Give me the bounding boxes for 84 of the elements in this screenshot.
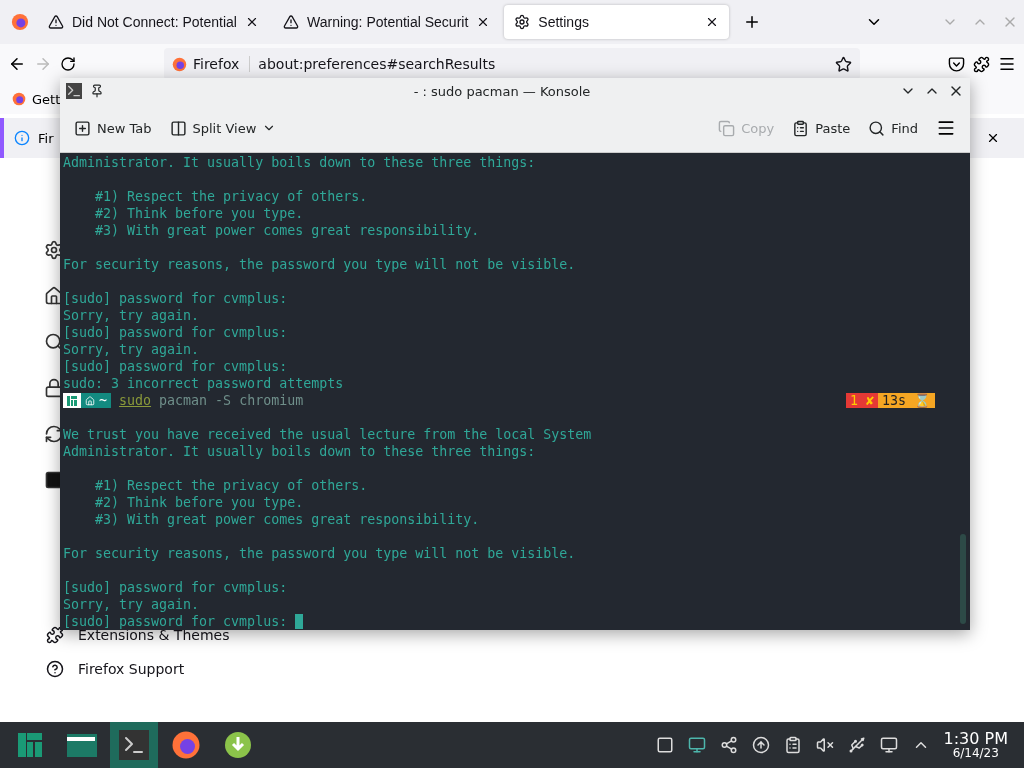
terminal-line: We trust you have received the usual lecture from the local System (63, 426, 592, 443)
terminal-line: Sorry, try again. (63, 596, 200, 613)
terminal-line: [sudo] password for cvmplus: (63, 324, 288, 341)
update-icon[interactable] (751, 736, 770, 754)
warning-icon (283, 14, 299, 30)
download-icon[interactable] (224, 731, 252, 759)
terminal-line: #3) With great power comes great responsibility. (94, 222, 480, 239)
sidebar-link[interactable]: Firefox Support (78, 661, 185, 677)
pocket-icon[interactable] (948, 55, 965, 73)
terminal-line: For security reasons, the password you type will not be visible. (63, 545, 576, 562)
puzzle-icon (46, 626, 64, 644)
clock-date: 6/14/23 (952, 747, 999, 759)
terminal-line: [sudo] password for cvmplus: (63, 358, 288, 375)
share-icon[interactable] (719, 736, 738, 754)
reload-icon[interactable] (60, 56, 76, 72)
split-view-icon (169, 119, 187, 137)
terminal-line: Sorry, try again. (63, 341, 200, 358)
pin-icon[interactable] (90, 84, 104, 98)
terminal-line: For security reasons, the password you type will not be visible. (63, 256, 576, 273)
copy-icon (718, 119, 736, 137)
home-icon (85, 395, 95, 406)
menu-icon[interactable] (936, 118, 956, 138)
prompt-dir: ~ (99, 392, 107, 409)
terminal-line: [sudo] password for cvmplus: (63, 613, 289, 629)
notification-text: Fir (38, 130, 54, 146)
terminal-line: #1) Respect the privacy of others. (94, 477, 368, 494)
folder-icon[interactable] (66, 732, 98, 758)
terminal-line: #2) Think before you type. (94, 494, 304, 511)
terminal-icon (66, 83, 82, 99)
manjaro-logo-icon[interactable] (17, 732, 43, 758)
terminal-icon[interactable] (119, 730, 149, 760)
window-title: - : sudo pacman — Konsole (412, 83, 592, 99)
back-icon[interactable] (8, 55, 26, 73)
help-icon (46, 660, 64, 678)
clipboard-icon[interactable] (783, 736, 802, 754)
manjaro-logo-icon (67, 395, 77, 406)
terminal-line: #2) Think before you type. (94, 205, 304, 222)
clipboard-icon (792, 119, 810, 137)
scrollbar[interactable] (960, 534, 966, 624)
firefox-icon (12, 92, 26, 106)
terminal-line: Administrator. It usually boils down to these three things: (63, 443, 536, 460)
identity-label: Firefox (193, 56, 240, 72)
url-text: about:preferences#searchResults (258, 56, 497, 72)
browser-tab[interactable]: Did Not Connect: Potential (38, 5, 269, 39)
firefox-icon (171, 730, 201, 760)
close-icon[interactable] (245, 15, 259, 29)
terminal-line: Administrator. It usually boils down to these three things: (63, 154, 536, 171)
clock[interactable]: 1:30 PM 6/14/23 (943, 731, 1008, 759)
terminal-line: #3) With great power comes great responsibility. (94, 511, 480, 528)
bookmark-label[interactable]: Gett (32, 91, 61, 107)
command-name: sudo (119, 392, 152, 409)
toolbar-button[interactable]: Split View (169, 119, 277, 137)
firefox-icon (172, 56, 187, 72)
clock-time: 1:30 PM (943, 731, 1008, 747)
terminal-line: [sudo] password for cvmplus: (63, 579, 288, 596)
taskbar-app[interactable] (110, 722, 158, 768)
menu-icon[interactable] (998, 55, 1016, 73)
duration: 13s ⌛ (877, 393, 935, 408)
new-tab-icon (74, 119, 91, 137)
settings-icon (514, 14, 531, 30)
browser-tab[interactable]: Settings (504, 5, 730, 39)
info-icon (14, 130, 30, 146)
toolbar-button[interactable]: Find (868, 119, 918, 137)
terminal-line: [sudo] password for cvmplus: (63, 290, 288, 307)
terminal-line: #1) Respect the privacy of others. (94, 188, 368, 205)
command-args: pacman -S chromium (159, 392, 304, 409)
sidebar-link[interactable]: Extensions & Themes (78, 627, 230, 643)
usb-icon[interactable] (847, 736, 866, 754)
url-bar[interactable]: Firefox about:preferences#searchResults (164, 48, 860, 80)
firefox-icon (11, 13, 29, 31)
exit-status: 1 ✘ (845, 393, 878, 408)
extensions-icon[interactable] (973, 55, 990, 73)
muted-speaker-icon[interactable] (815, 736, 834, 754)
toolbar-button[interactable]: New Tab (74, 119, 152, 137)
search-icon (868, 119, 886, 137)
terminal-line: sudo: 3 incorrect password attempts (63, 375, 344, 392)
close-icon[interactable] (986, 131, 1000, 145)
text-cursor (295, 614, 304, 629)
desktop-icon[interactable] (655, 736, 674, 754)
toolbar-button[interactable]: Paste (792, 119, 851, 137)
star-icon[interactable] (835, 55, 852, 73)
terminal-line: Sorry, try again. (63, 307, 200, 324)
browser-tab[interactable]: Warning: Potential Securit (273, 5, 501, 39)
warning-icon (48, 14, 64, 30)
